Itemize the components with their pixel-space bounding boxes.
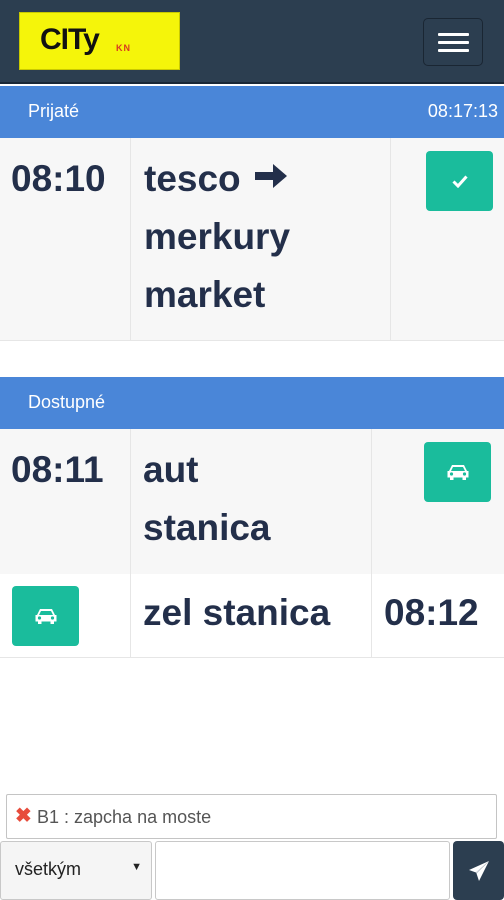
logo-text: CITy [40,23,100,56]
ride-time: 08:11 [11,449,104,490]
confirm-ride-button[interactable] [426,151,493,211]
take-ride-button[interactable] [424,442,491,502]
accepted-title: Prijaté [28,101,80,121]
ride-time: 08:10 [11,158,106,199]
navbar: CITy KN [0,0,504,84]
current-time: 08:17:13 [427,101,498,121]
ride-time: 08:12 [384,592,479,633]
accepted-header: Prijaté 08:17:13 [0,86,504,138]
arrow-right-icon [254,164,287,188]
send-button[interactable] [453,841,504,900]
ride-to-line1: merkury [144,216,291,257]
dispatch-message: ✖ B1 : zapcha na moste [6,794,497,839]
car-icon [35,609,56,624]
menu-toggle-button[interactable] [423,18,483,66]
recipient-select-value: všetkým [15,859,82,879]
hamburger-icon [438,33,469,36]
check-icon [451,175,468,188]
available-title: Dostupné [28,392,106,412]
ride-from: tesco [144,158,241,199]
available-ride-row: 08:11 aut stanica [0,429,504,574]
paper-plane-icon [468,860,489,881]
recipient-select[interactable]: všetkým ▼ [0,841,152,900]
car-icon [447,465,468,480]
logo[interactable]: CITy KN [19,12,180,70]
take-ride-button[interactable] [12,586,79,646]
message-input[interactable] [155,841,450,900]
logo-subtext: KN [116,43,131,53]
chevron-down-icon: ▼ [131,861,142,873]
dispatch-message-text: B1 : zapcha na moste [37,807,212,827]
ride-place-line2: stanica [143,507,271,548]
ride-place: zel stanica [143,592,331,633]
accepted-ride-row: 08:10 tesco merkury market [0,138,504,341]
close-icon[interactable]: ✖ [15,806,32,826]
ride-place-line1: aut [143,449,199,490]
ride-to-line2: market [144,274,266,315]
available-ride-row: zel stanica 08:12 [0,574,504,658]
available-header: Dostupné [0,377,504,429]
